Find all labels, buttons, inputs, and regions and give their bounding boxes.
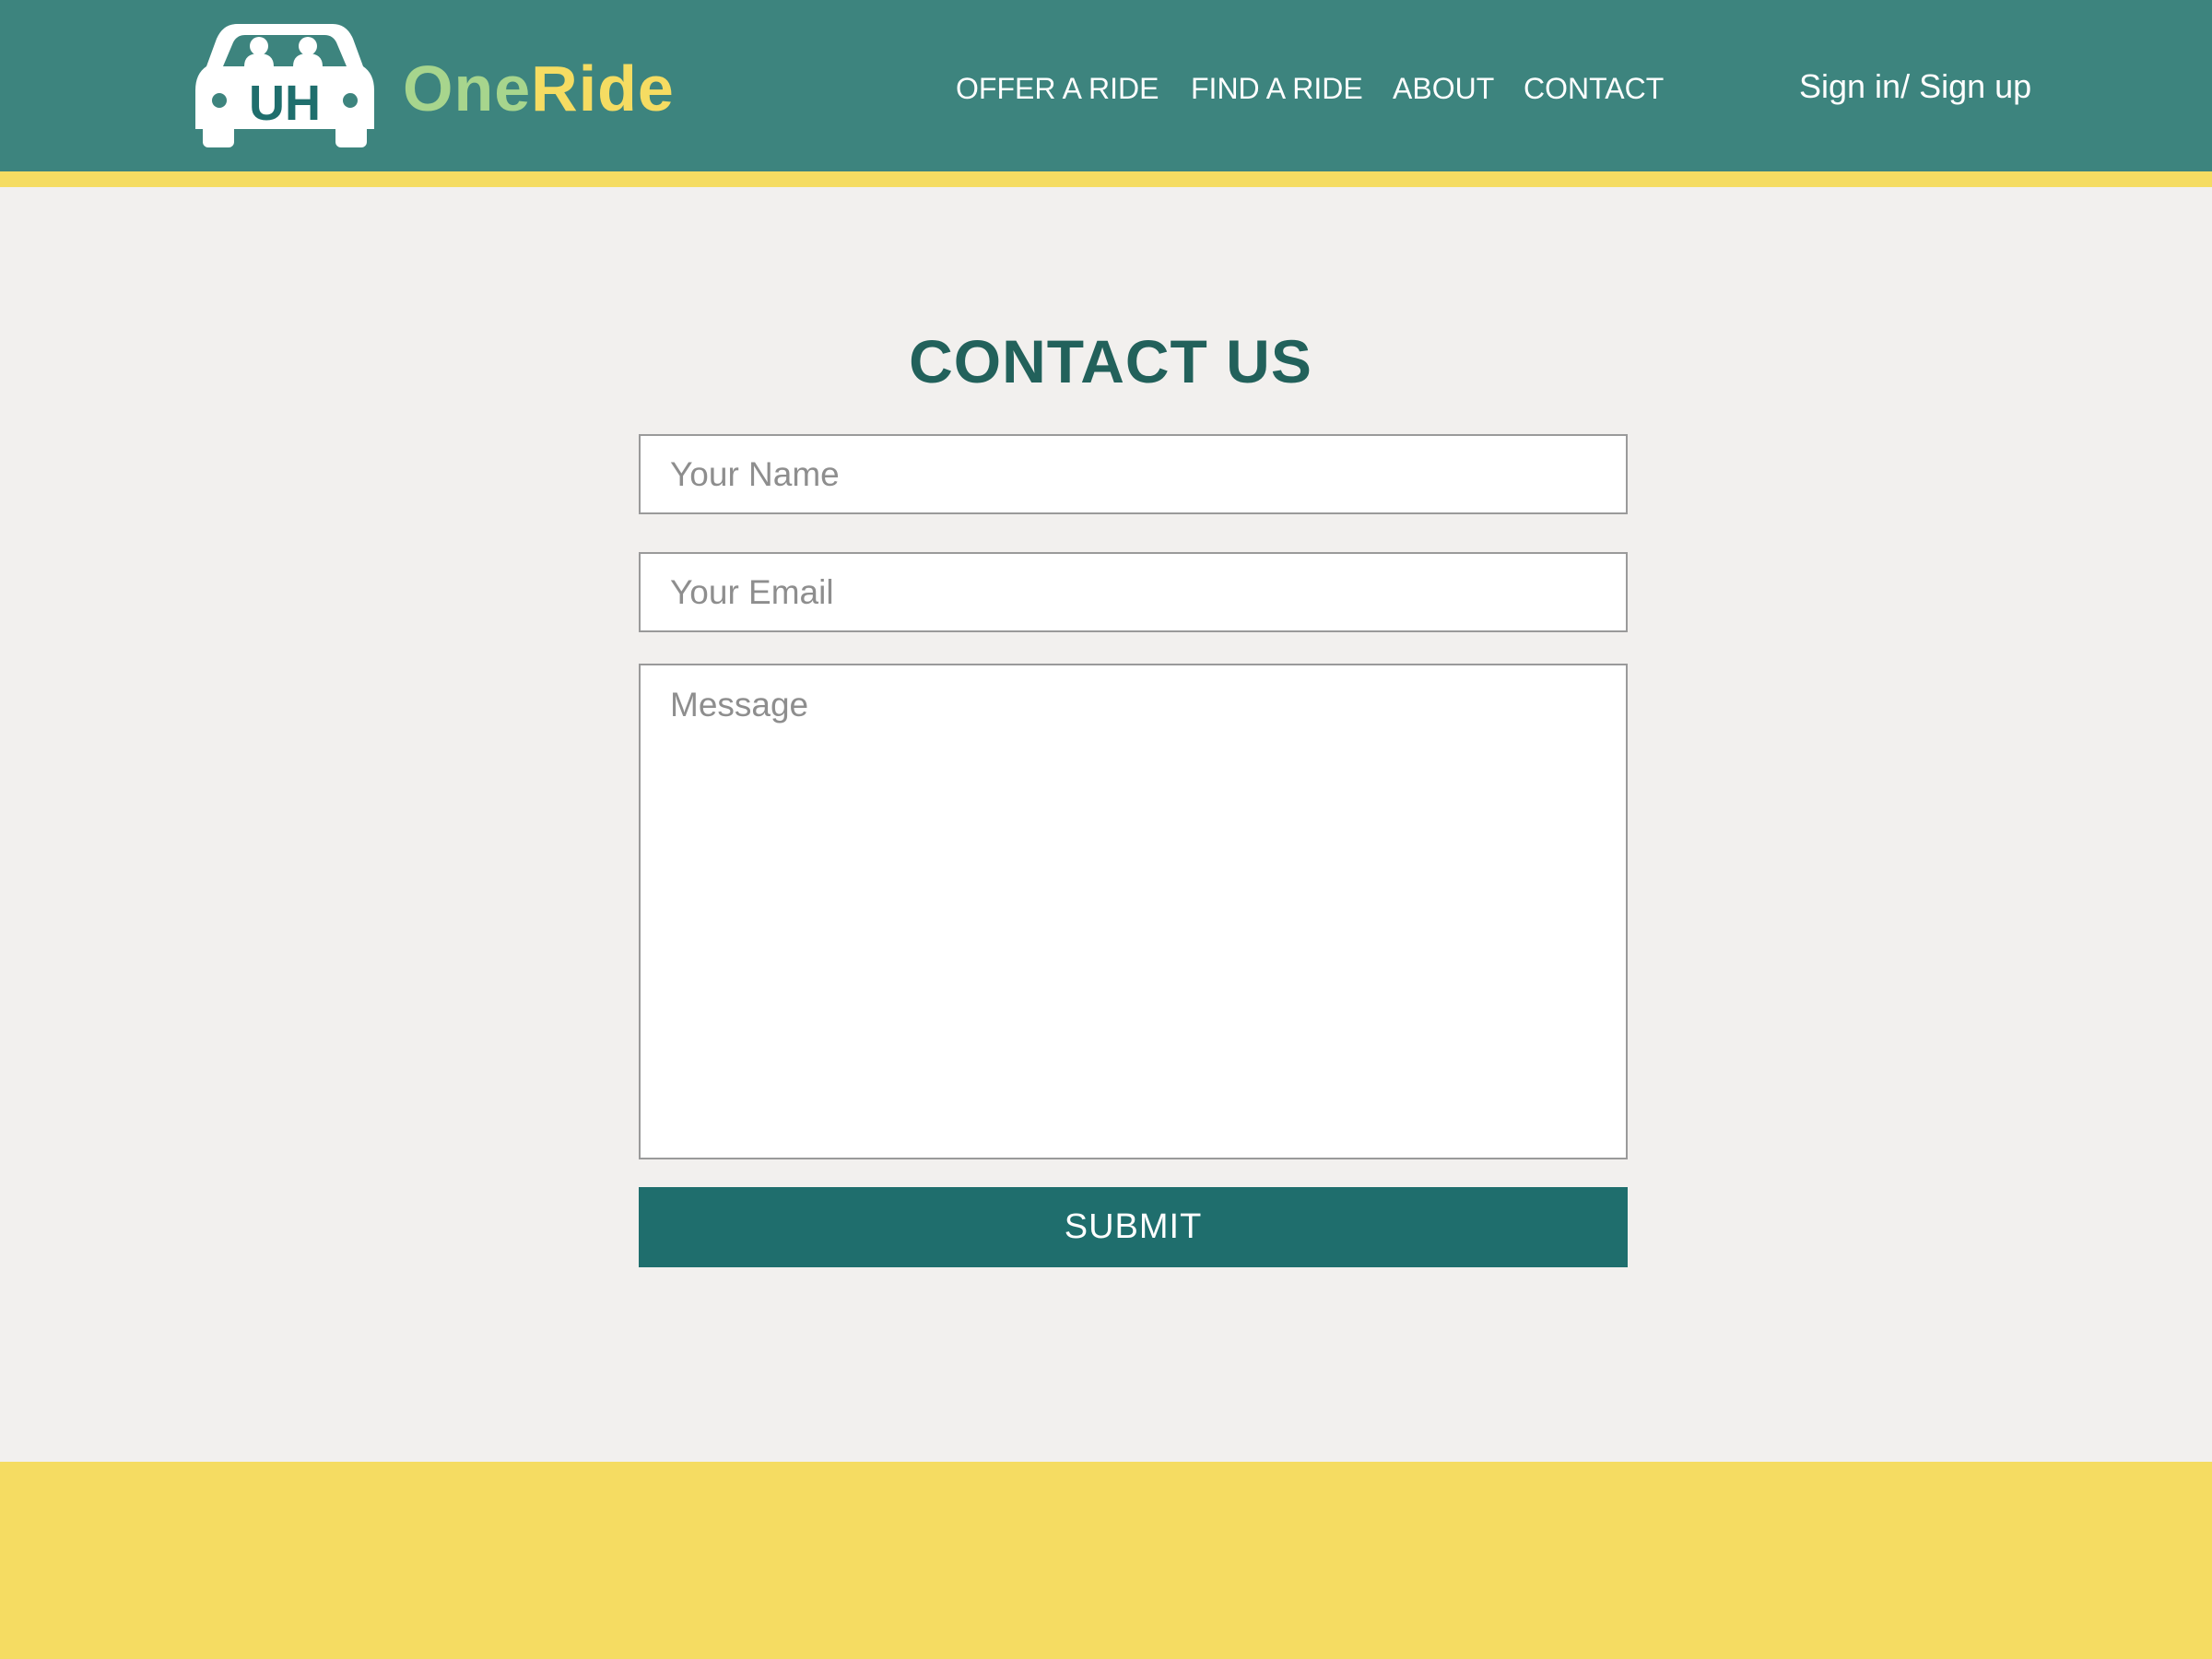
site-footer [0, 1462, 2212, 1659]
brand-name-ride: Ride [531, 53, 675, 124]
header-accent-stripe [0, 171, 2212, 187]
page-title: CONTACT US [909, 327, 1312, 395]
brand-name[interactable]: OneRide [403, 52, 675, 125]
brand-name-one: One [403, 53, 532, 124]
submit-button[interactable]: SUBMIT [639, 1187, 1628, 1267]
car-logo-icon[interactable]: UH [195, 18, 374, 149]
nav-contact[interactable]: CONTACT [1524, 66, 1664, 111]
site-header: UH OneRide OFFER A RIDE FIND A RIDE ABOU… [0, 0, 2212, 171]
message-textarea[interactable] [639, 664, 1628, 1159]
nav-offer-a-ride[interactable]: OFFER A RIDE [956, 66, 1159, 111]
logo-text: UH [249, 76, 321, 131]
signin-signup-link[interactable]: Sign in/ Sign up [1799, 63, 2031, 111]
email-input[interactable] [639, 552, 1628, 632]
name-input[interactable] [639, 434, 1628, 514]
nav-about[interactable]: ABOUT [1393, 66, 1494, 111]
nav-find-a-ride[interactable]: FIND A RIDE [1191, 66, 1363, 111]
